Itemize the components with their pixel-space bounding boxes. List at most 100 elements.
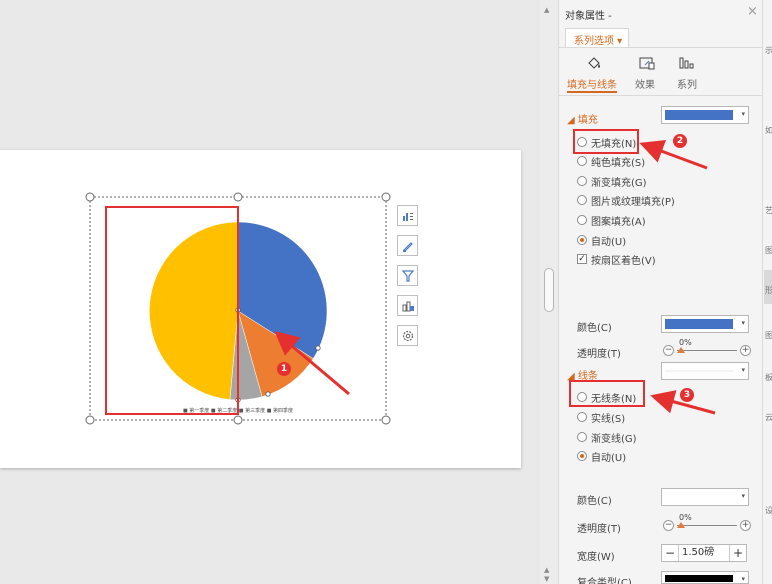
strip-item[interactable]: 设 (765, 505, 772, 516)
resize-handle[interactable] (381, 192, 391, 202)
chevron-down-icon: ▾ (741, 110, 745, 118)
chart-filter-icon[interactable] (397, 265, 418, 286)
chart-styles-icon[interactable] (397, 235, 418, 256)
line-color-label: 颜色(C) (577, 496, 612, 507)
close-icon[interactable]: × (747, 4, 758, 19)
fill-option-auto[interactable]: 自动(U) (577, 233, 626, 248)
strip-item[interactable]: 云 (765, 412, 772, 423)
fill-color-dropdown[interactable]: ▾ (661, 106, 749, 124)
chevron-down-icon: ▾ (741, 575, 745, 583)
fill-option-picture[interactable]: 图片或纹理填充(P) (577, 193, 675, 208)
color-swatch (665, 319, 733, 329)
fill-section-title[interactable]: ◢ 填充 (567, 111, 598, 126)
line-transparency-slider[interactable]: − 0% + (663, 513, 751, 533)
pie-chart[interactable]: ■ 第一季度 ■ 第二季度 ■ 第三季度 ■ 第四季度 (0, 150, 521, 468)
divider (559, 95, 763, 96)
line-width-value[interactable]: 1.50磅 (678, 545, 730, 561)
strip-item[interactable]: 如 (765, 125, 772, 136)
chart-elements-icon[interactable] (397, 205, 418, 226)
minus-icon[interactable]: − (663, 345, 674, 356)
radio-icon[interactable] (577, 195, 587, 205)
divider (559, 47, 763, 48)
scroll-up-icon[interactable]: ▲ (544, 6, 549, 14)
scroll-down-icon[interactable]: ▲ (544, 566, 549, 574)
compound-type-dropdown[interactable]: ▾ (661, 571, 749, 584)
series-bars-icon[interactable] (677, 56, 697, 70)
chart-settings-icon[interactable] (397, 325, 418, 346)
fill-color-picker[interactable]: ▾ (661, 315, 749, 333)
fill-option-pattern[interactable]: 图案填充(A) (577, 213, 646, 228)
line-option-auto[interactable]: 自动(U) (577, 449, 626, 464)
annotation-badge-1: 1 (277, 362, 291, 376)
resize-handle[interactable] (85, 415, 95, 425)
line-option-gradient[interactable]: 渐变线(G) (577, 430, 637, 445)
effects-icon[interactable] (637, 56, 657, 70)
annotation-badge-3: 3 (680, 388, 694, 402)
plus-icon[interactable]: + (740, 345, 751, 356)
line-preview (665, 370, 733, 372)
tab-series[interactable]: 系列 (677, 76, 697, 91)
radio-selected-icon[interactable] (577, 451, 587, 461)
radio-icon[interactable] (577, 156, 587, 166)
strip-item[interactable]: 图 (765, 330, 772, 341)
strip-item[interactable]: 形 (765, 285, 772, 296)
active-tab-indicator (567, 91, 617, 93)
panel-title[interactable]: 对象属性 - (565, 7, 612, 22)
strip-item[interactable]: 图 (765, 245, 772, 256)
strip-item[interactable]: 示 (765, 45, 772, 56)
fill-option-solid[interactable]: 纯色填充(S) (577, 154, 645, 169)
slice-handle[interactable] (265, 391, 271, 397)
radio-icon[interactable] (577, 412, 587, 422)
radio-icon[interactable] (577, 215, 587, 225)
line-option-solid[interactable]: 实线(S) (577, 410, 625, 425)
chart-layout-icon[interactable] (397, 295, 418, 316)
fill-transparency-slider[interactable]: − 0% + (663, 338, 751, 358)
fill-bucket-icon[interactable] (584, 56, 604, 70)
highlight-box-no-line (569, 380, 645, 407)
chevron-down-icon: ▾ (741, 319, 745, 327)
fill-option-gradient[interactable]: 渐变填充(G) (577, 174, 647, 189)
slider-track[interactable] (677, 525, 737, 526)
line-width-stepper[interactable]: − 1.50磅 + (661, 544, 747, 562)
line-transparency-label: 透明度(T) (577, 524, 621, 535)
slider-thumb[interactable] (677, 347, 685, 353)
line-color-picker[interactable]: ▾ (661, 488, 749, 506)
chevron-down-icon: ▾ (741, 492, 745, 500)
transparency-value: 0% (679, 513, 692, 522)
slide[interactable]: ■ 第一季度 ■ 第二季度 ■ 第三季度 ■ 第四季度 (0, 150, 521, 468)
series-options-dropdown[interactable]: 系列选项 ▾ (565, 28, 629, 48)
checkbox-checked-icon[interactable]: ✓ (577, 254, 587, 264)
radio-icon[interactable] (577, 176, 587, 186)
highlight-box-chart (105, 206, 239, 415)
transparency-value: 0% (679, 338, 692, 347)
plus-icon[interactable]: + (740, 520, 751, 531)
fill-transparency-label: 透明度(T) (577, 349, 621, 360)
annotation-badge-2: 2 (673, 134, 687, 148)
tab-effects[interactable]: 效果 (635, 76, 655, 91)
strip-item[interactable]: 板 (765, 372, 772, 383)
line-width-label: 宽度(W) (577, 552, 615, 563)
resize-handle[interactable] (233, 415, 243, 425)
resize-handle[interactable] (85, 192, 95, 202)
right-task-strip: 示 如 艺 图 形 图 板 云 设 (762, 0, 772, 584)
minus-icon[interactable]: − (663, 520, 674, 531)
chevron-down-icon: ▾ (741, 366, 745, 374)
slice-handle[interactable] (315, 345, 321, 351)
increment-button[interactable]: + (730, 546, 746, 560)
panel-scrollbar-thumb[interactable] (544, 268, 554, 312)
line-color-dropdown[interactable]: ▾ (661, 362, 749, 380)
resize-handle[interactable] (381, 415, 391, 425)
scroll-down-icon-2[interactable]: ▼ (544, 575, 549, 583)
vary-colors-checkbox[interactable]: ✓ 按扇区着色(V) (577, 252, 656, 267)
radio-selected-icon[interactable] (577, 235, 587, 245)
decrement-button[interactable]: − (662, 546, 678, 560)
resize-handle[interactable] (233, 192, 243, 202)
slider-thumb[interactable] (677, 522, 685, 528)
radio-icon[interactable] (577, 432, 587, 442)
fill-color-swatch (665, 110, 733, 120)
strip-item[interactable]: 艺 (765, 205, 772, 216)
slider-track[interactable] (677, 350, 737, 351)
compound-preview (665, 575, 733, 582)
tab-fill-line[interactable]: 填充与线条 (567, 76, 617, 91)
object-properties-panel: 对象属性 - × 系列选项 ▾ 填充与线条 效果 系列 ◢ 填充 ▾ 无填充(N… (558, 0, 763, 584)
